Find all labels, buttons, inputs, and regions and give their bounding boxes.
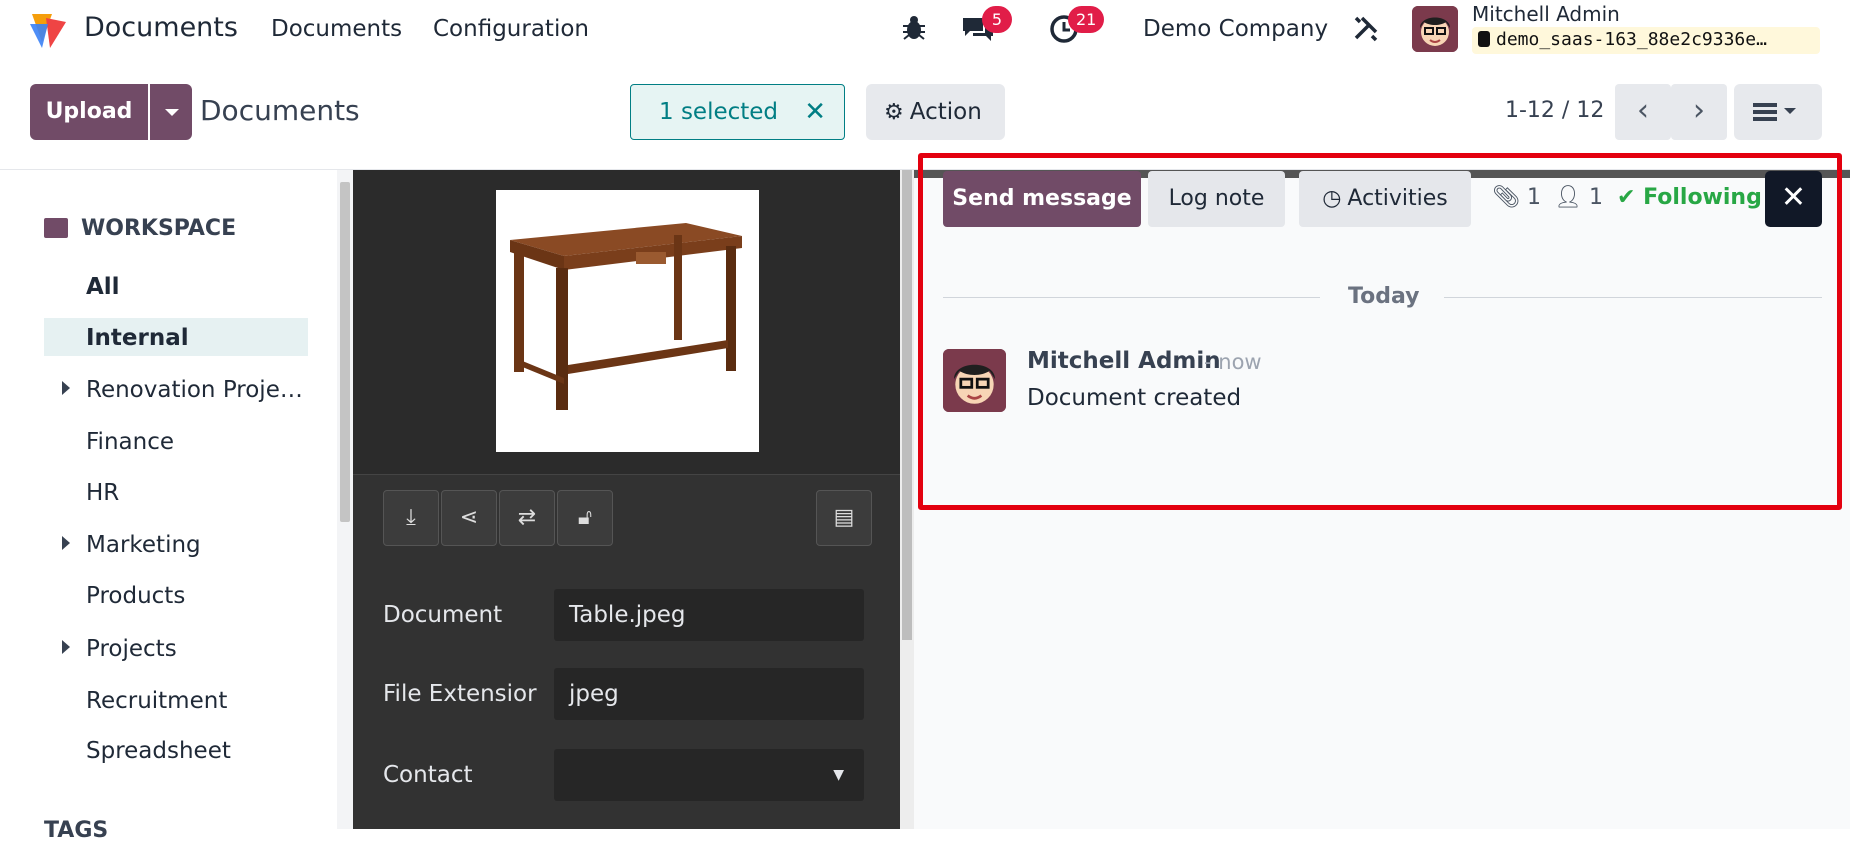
workspace-header: WORKSPACE bbox=[81, 216, 237, 241]
documents-app-logo[interactable] bbox=[26, 10, 70, 50]
download-button[interactable]: ⤓ bbox=[383, 490, 439, 546]
sidebar-item-internal[interactable]: Internal bbox=[86, 325, 189, 351]
archive-icon: ▤ bbox=[833, 505, 855, 530]
sidebar-item-finance[interactable]: Finance bbox=[86, 429, 174, 455]
caret-right-icon[interactable] bbox=[62, 640, 70, 654]
sidebar-item-projects[interactable]: Projects bbox=[86, 636, 177, 662]
chevron-down-icon: ▼ bbox=[833, 767, 844, 783]
lock-button[interactable]: 🔓︎ bbox=[557, 490, 613, 546]
user-avatar[interactable] bbox=[1412, 6, 1458, 52]
page-title: Documents bbox=[200, 94, 360, 127]
selected-count: 1 selected bbox=[659, 99, 779, 125]
action-label: Action bbox=[909, 99, 982, 125]
file-extension-input[interactable]: jpeg bbox=[554, 668, 864, 720]
document-name-input[interactable]: Table.jpeg bbox=[554, 589, 864, 641]
database-icon bbox=[1478, 31, 1490, 47]
sidebar-item-renovation-projects[interactable]: Renovation Proje… bbox=[86, 377, 303, 403]
pager-value[interactable]: 1-12 / 12 bbox=[1505, 98, 1604, 123]
sidebar-item-all[interactable]: All bbox=[86, 274, 120, 300]
menu-configuration[interactable]: Configuration bbox=[433, 16, 589, 42]
sidebar-scrollbar[interactable] bbox=[337, 170, 353, 829]
caret-right-icon[interactable] bbox=[62, 536, 70, 550]
unlock-icon: 🔓︎ bbox=[577, 505, 593, 530]
selection-indicator[interactable]: 1 selected ✕ bbox=[630, 84, 845, 140]
upload-dropdown-toggle[interactable] bbox=[150, 84, 192, 140]
activities-badge: 21 bbox=[1068, 6, 1105, 33]
inspector-scrollbar[interactable] bbox=[900, 170, 914, 829]
field-label-extension: File Extensior bbox=[383, 681, 537, 707]
contact-select[interactable]: ▼ bbox=[554, 749, 864, 801]
database-name: demo_saas-163_88e2c9336e… bbox=[1472, 27, 1820, 54]
field-label-document: Document bbox=[383, 602, 503, 628]
user-name[interactable]: Mitchell Admin bbox=[1472, 2, 1620, 26]
sidebar-item-spreadsheet[interactable]: Spreadsheet bbox=[86, 738, 231, 764]
sidebar-item-products[interactable]: Products bbox=[86, 583, 185, 609]
archive-button[interactable]: ▤ bbox=[816, 490, 872, 546]
view-switcher-button[interactable] bbox=[1734, 84, 1822, 140]
top-navbar: Documents Documents Configuration 5 21 D… bbox=[0, 0, 1850, 59]
clear-selection-icon[interactable]: ✕ bbox=[804, 85, 826, 139]
pager-next-button[interactable]: › bbox=[1671, 84, 1727, 140]
document-thumbnail[interactable] bbox=[496, 190, 759, 452]
folder-icon bbox=[44, 218, 68, 238]
replace-icon: ⇄ bbox=[517, 505, 537, 530]
replace-button[interactable]: ⇄ bbox=[499, 490, 555, 546]
app-name[interactable]: Documents bbox=[84, 12, 238, 43]
table-image bbox=[496, 190, 759, 452]
tools-icon[interactable] bbox=[1352, 14, 1380, 48]
pager-previous-button[interactable]: ‹ bbox=[1615, 84, 1671, 140]
field-label-contact: Contact bbox=[383, 762, 473, 788]
sidebar-scrollbar-thumb[interactable] bbox=[340, 182, 350, 522]
highlight-annotation-box bbox=[918, 153, 1842, 510]
inspector-scrollbar-thumb[interactable] bbox=[902, 170, 912, 640]
database-label: demo_saas-163_88e2c9336e… bbox=[1496, 29, 1767, 50]
tags-header: TAGS bbox=[44, 818, 109, 843]
sidebar-item-marketing[interactable]: Marketing bbox=[86, 532, 201, 558]
gear-icon: ⚙ bbox=[884, 100, 904, 125]
list-view-icon bbox=[1753, 103, 1796, 121]
action-button[interactable]: ⚙ Action bbox=[866, 84, 1005, 140]
sidebar-item-recruitment[interactable]: Recruitment bbox=[86, 688, 227, 714]
workspace-sidebar bbox=[0, 170, 337, 829]
bug-icon[interactable] bbox=[901, 14, 927, 48]
share-button[interactable]: ⋖ bbox=[441, 490, 497, 546]
download-icon: ⤓ bbox=[406, 505, 416, 530]
messages-badge: 5 bbox=[982, 6, 1012, 33]
caret-right-icon[interactable] bbox=[62, 381, 70, 395]
share-icon: ⋖ bbox=[459, 505, 479, 530]
menu-documents[interactable]: Documents bbox=[271, 16, 402, 42]
company-switcher[interactable]: Demo Company bbox=[1143, 16, 1328, 42]
upload-button[interactable]: Upload bbox=[30, 84, 148, 140]
sidebar-item-hr[interactable]: HR bbox=[86, 480, 119, 506]
